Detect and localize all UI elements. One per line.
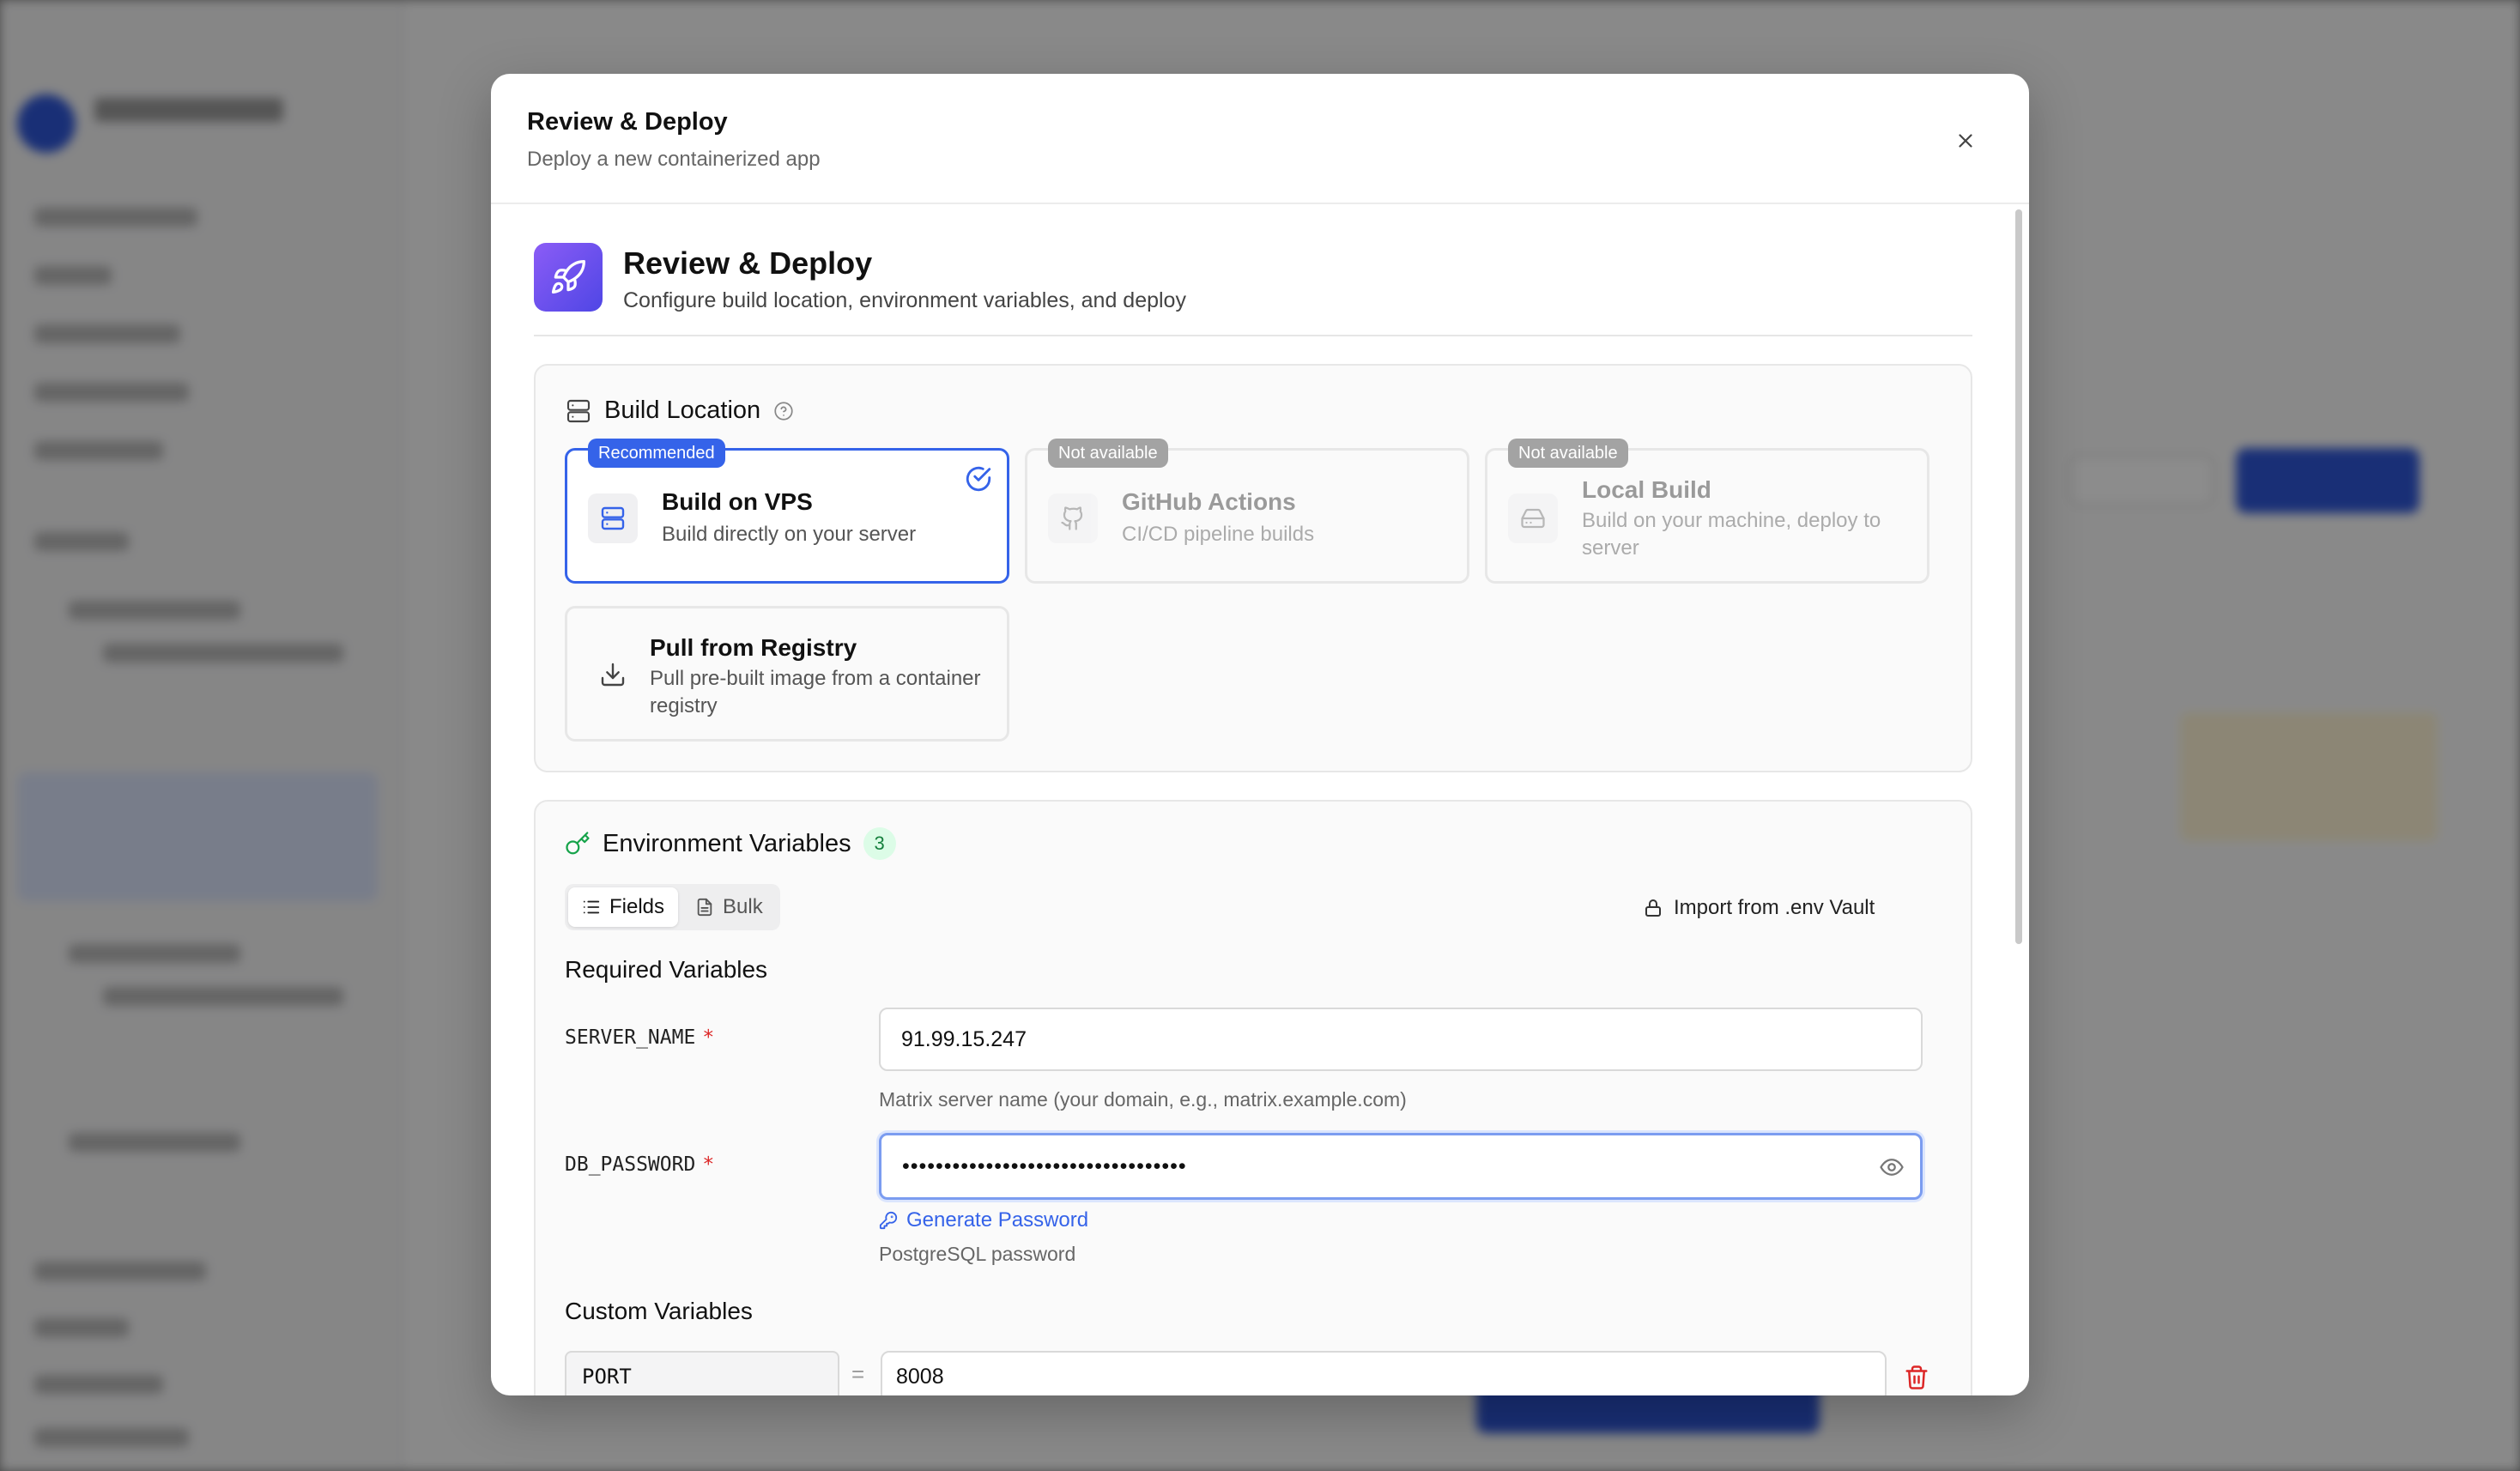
environment-variables-section: Environment Variables 3 Fields Bulk Impo…: [534, 800, 1972, 1395]
server-icon: [566, 399, 591, 422]
lock-icon: [1645, 899, 1661, 917]
file-text-icon: [697, 898, 712, 917]
hard-drive-icon: [1508, 493, 1558, 543]
db-password-input[interactable]: ••••••••••••••••••••••••••••••••••: [879, 1133, 1923, 1200]
scrollbar[interactable]: [2015, 209, 2022, 944]
env-title: Environment Variables: [603, 829, 851, 857]
build-option-desc: Build directly on your server: [662, 523, 917, 546]
not-available-badge: Not available: [1048, 439, 1168, 468]
import-env-vault-label: Import from .env Vault: [1674, 896, 1875, 919]
env-count-badge: 3: [863, 827, 896, 860]
modal-subtitle: Deploy a new containerized app: [527, 148, 821, 171]
build-option-registry[interactable]: Pull from Registry Pull pre-built image …: [565, 606, 1009, 742]
list-icon: [583, 900, 600, 914]
divider: [534, 335, 1972, 336]
custom-variable-value: 8008: [896, 1364, 944, 1389]
tab-fields-label: Fields: [609, 895, 665, 918]
build-option-title: Build on VPS: [662, 488, 813, 515]
modal-title: Review & Deploy: [527, 108, 728, 136]
build-option-title: Local Build: [1582, 476, 1711, 503]
required-variables-heading: Required Variables: [565, 956, 768, 983]
env-header: Environment Variables 3: [565, 827, 896, 860]
custom-variables-heading: Custom Variables: [565, 1298, 753, 1324]
generate-password-button[interactable]: Generate Password: [879, 1208, 1088, 1232]
required-asterisk: *: [702, 1026, 715, 1049]
modal-body: Review & Deploy Configure build location…: [491, 204, 2029, 1395]
build-location-section: Build Location Recommended Build on VPS …: [534, 364, 1972, 772]
build-option-desc: Pull pre-built image from a container re…: [650, 667, 981, 717]
import-env-vault-button[interactable]: Import from .env Vault: [1643, 891, 1875, 925]
deploy-modal: Review & Deploy Deploy a new containeriz…: [491, 74, 2029, 1395]
custom-variable-key-input[interactable]: PORT: [565, 1351, 839, 1395]
db-password-hint: PostgreSQL password: [879, 1243, 1076, 1265]
trash-icon[interactable]: [1904, 1365, 1929, 1390]
github-icon: [1048, 493, 1098, 543]
build-location-title: Build Location: [604, 397, 761, 424]
equals-sign: =: [851, 1361, 865, 1387]
eye-icon[interactable]: [1879, 1154, 1905, 1180]
key-icon: [566, 832, 590, 855]
build-option-github-actions: Not available GitHub Actions CI/CD pipel…: [1025, 439, 1469, 584]
build-option-desc: Build on your machine, deploy to server: [1582, 509, 1881, 560]
rocket-icon: [534, 243, 603, 312]
build-option-desc: CI/CD pipeline builds: [1122, 523, 1315, 546]
server-name-hint: Matrix server name (your domain, e.g., m…: [879, 1088, 1407, 1111]
hero-subtitle: Configure build location, environment va…: [623, 288, 1186, 312]
recommended-badge: Recommended: [588, 439, 725, 468]
db-password-key: DB_PASSWORD: [565, 1153, 696, 1176]
server-name-input[interactable]: 91.99.15.247: [879, 1008, 1923, 1071]
key-round-icon: [879, 1211, 898, 1230]
generate-password-label: Generate Password: [906, 1208, 1089, 1232]
modal-header: Review & Deploy Deploy a new containeriz…: [491, 74, 2029, 204]
not-available-badge: Not available: [1508, 439, 1628, 468]
check-circle-icon: [966, 466, 991, 492]
build-option-vps[interactable]: Recommended Build on VPS Build directly …: [565, 439, 1009, 584]
close-button[interactable]: [1947, 122, 1984, 160]
build-option-local: Not available Local Build Build on your …: [1485, 439, 1929, 584]
custom-variable-value-input[interactable]: 8008: [881, 1351, 1887, 1395]
close-icon: [1959, 134, 1972, 148]
server-name-key: SERVER_NAME: [565, 1026, 696, 1049]
download-icon: [588, 650, 638, 699]
build-option-title: GitHub Actions: [1122, 488, 1296, 515]
server-icon: [588, 493, 638, 543]
hero-title: Review & Deploy: [623, 245, 873, 281]
tab-fields[interactable]: Fields: [568, 887, 679, 927]
env-tabs: Fields Bulk: [565, 884, 780, 930]
server-name-label: SERVER_NAME *: [565, 1026, 714, 1049]
tab-bulk[interactable]: Bulk: [681, 887, 777, 927]
help-circle-icon[interactable]: [772, 400, 795, 422]
tab-bulk-label: Bulk: [723, 895, 763, 918]
build-option-title: Pull from Registry: [650, 634, 857, 661]
db-password-value: ••••••••••••••••••••••••••••••••••: [902, 1153, 1187, 1178]
required-asterisk: *: [702, 1153, 715, 1176]
db-password-label: DB_PASSWORD *: [565, 1153, 714, 1176]
server-name-value: 91.99.15.247: [901, 1026, 1027, 1051]
build-location-header: Build Location: [565, 397, 795, 425]
custom-variable-key: PORT: [582, 1365, 632, 1389]
